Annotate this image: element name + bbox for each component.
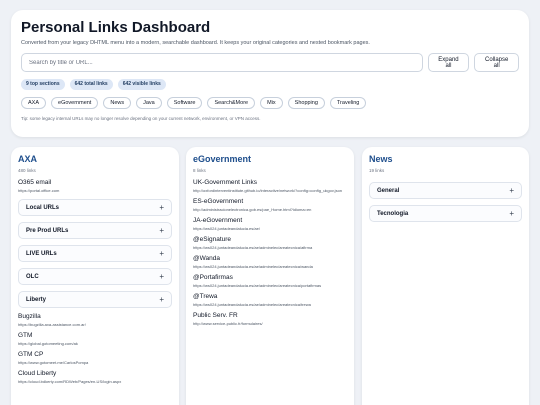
stat-visible-links: 642 visible links xyxy=(117,79,166,90)
link-item[interactable]: Public Serv. FR http://www.service-publi… xyxy=(193,312,347,326)
plus-icon[interactable]: + xyxy=(159,203,164,212)
plus-icon[interactable]: + xyxy=(509,209,514,218)
link-item[interactable]: Cloud Liberty https://cloud.bdkerty.com/… xyxy=(18,370,172,384)
link-item[interactable]: GTM CP https://www.gotomeet.me/CarlosPom… xyxy=(18,351,172,365)
link-name[interactable]: @Wanda xyxy=(193,255,347,263)
plus-icon[interactable]: + xyxy=(159,295,164,304)
stat-sections: 9 top sections xyxy=(21,79,65,90)
group-general[interactable]: General + xyxy=(369,182,522,199)
link-name[interactable]: GTM xyxy=(18,332,172,340)
expand-all-button[interactable]: Expand all xyxy=(427,53,470,72)
link-item[interactable]: O365 email https://portal.office.com xyxy=(18,179,172,193)
search-row: Expand all Collapse all xyxy=(21,53,520,72)
link-name[interactable]: @eSignature xyxy=(193,236,347,244)
section-title: News xyxy=(369,154,393,164)
group-label: Liberty xyxy=(26,296,47,303)
tip-text: Tip: some legacy internal URLs may no lo… xyxy=(21,116,261,121)
group-label: Pre Prod URLs xyxy=(26,227,69,234)
chip-java[interactable]: Java xyxy=(136,97,162,109)
group-olc[interactable]: OLC + xyxy=(18,268,172,285)
page-subtitle: Converted from your legacy DHTML menu in… xyxy=(21,40,370,46)
chip-mix[interactable]: Mix xyxy=(260,97,283,109)
chip-axa[interactable]: AXA xyxy=(21,97,47,109)
page-title: Personal Links Dashboard xyxy=(21,19,211,36)
group-tecnologia[interactable]: Tecnologia + xyxy=(369,205,522,222)
group-liberty[interactable]: Liberty + xyxy=(18,291,172,308)
group-label: General xyxy=(377,187,400,194)
link-item[interactable]: ES-eGovernment http://administracionelec… xyxy=(193,198,347,212)
plus-icon[interactable]: + xyxy=(509,186,514,195)
link-url: http://administracionelectronica.gob.es/… xyxy=(193,207,312,212)
link-url: https://portal.office.com xyxy=(18,188,60,193)
link-name[interactable]: @Trewa xyxy=(193,293,347,301)
link-name[interactable]: Bugzilla xyxy=(18,313,172,321)
section-title: AXA xyxy=(18,154,38,164)
group-label: OLC xyxy=(26,273,39,280)
link-url: https://cloud.bdkerty.com/RDWeb/Pages/en… xyxy=(18,379,122,384)
chip-egovernment[interactable]: eGovernment xyxy=(51,97,99,109)
link-url: https://ws024.juntadeandalucia.es/ae/adm… xyxy=(193,302,311,307)
chip-news[interactable]: News xyxy=(103,97,132,109)
chip-shopping[interactable]: Shopping xyxy=(287,97,325,109)
dashboard-header: Personal Links Dashboard Converted from … xyxy=(11,10,529,137)
section-axa: AXA 480 links O365 email https://portal.… xyxy=(11,147,179,405)
section-egovernment: eGovernment 8 links UK-Government Links … xyxy=(186,147,354,405)
search-input[interactable] xyxy=(21,53,423,72)
link-url: https://global.gotomeeting.com/ak xyxy=(18,341,78,346)
group-pre-prod-urls[interactable]: Pre Prod URLs + xyxy=(18,222,172,239)
group-live-urls[interactable]: LIVE URLs + xyxy=(18,245,172,262)
section-title: eGovernment xyxy=(193,154,252,164)
link-name[interactable]: GTM CP xyxy=(18,351,172,359)
link-item[interactable]: UK-Government Links http://oxfordinterve… xyxy=(193,179,347,193)
collapse-all-button[interactable]: Collapse all xyxy=(474,53,520,72)
plus-icon[interactable]: + xyxy=(159,226,164,235)
plus-icon[interactable]: + xyxy=(159,272,164,281)
link-url: http://www.service-public.fr/formulaires… xyxy=(193,321,263,326)
chip-software[interactable]: Software xyxy=(166,97,203,109)
link-name[interactable]: UK-Government Links xyxy=(193,179,347,187)
link-url: https://ws024.juntadeandalucia.es/ae/adm… xyxy=(193,245,313,250)
link-item[interactable]: Bugzilla https://bugzilla.axa-assistance… xyxy=(18,313,172,327)
link-name[interactable]: Public Serv. FR xyxy=(193,312,347,320)
link-name[interactable]: ES-eGovernment xyxy=(193,198,347,206)
group-label: LIVE URLs xyxy=(26,250,57,257)
link-item[interactable]: @eSignature https://ws024.juntadeandaluc… xyxy=(193,236,347,250)
plus-icon[interactable]: + xyxy=(159,249,164,258)
link-url: https://bugzilla.axa-assistance.com.ar/ xyxy=(18,322,86,327)
link-name[interactable]: @Portafirmas xyxy=(193,274,347,282)
stat-total-links: 642 total links xyxy=(69,79,113,90)
section-news: News 19 links General + Tecnologia + xyxy=(362,147,529,405)
section-count: 480 links xyxy=(18,168,36,173)
group-label: Local URLs xyxy=(26,204,60,211)
link-name[interactable]: O365 email xyxy=(18,179,172,187)
link-url: https://ws024.juntadeandalucia.es/ae/adm… xyxy=(193,283,322,288)
link-item[interactable]: @Portafirmas https://ws024.juntadeandalu… xyxy=(193,274,347,288)
link-url: https://ws024.juntadeandalucia.es/ae/ xyxy=(193,226,260,231)
group-label: Tecnologia xyxy=(377,210,409,217)
link-url: https://ws024.juntadeandalucia.es/ae/adm… xyxy=(193,264,313,269)
stats-row: 9 top sections 642 total links 642 visib… xyxy=(21,79,519,90)
link-item[interactable]: @Wanda https://ws024.juntadeandalucia.es… xyxy=(193,255,347,269)
link-name[interactable]: JA-eGovernment xyxy=(193,217,347,225)
link-item[interactable]: @Trewa https://ws024.juntadeandalucia.es… xyxy=(193,293,347,307)
link-name[interactable]: Cloud Liberty xyxy=(18,370,172,378)
section-count: 19 links xyxy=(369,168,385,173)
chip-traveling[interactable]: Traveling xyxy=(329,97,367,109)
chip-search-more[interactable]: Search&More xyxy=(207,97,256,109)
link-item[interactable]: GTM https://global.gotomeeting.com/ak xyxy=(18,332,172,346)
link-item[interactable]: JA-eGovernment https://ws024.juntadeanda… xyxy=(193,217,347,231)
link-url: http://oxfordinterventinstitute.github.i… xyxy=(193,188,343,193)
section-chips: AXA eGovernment News Java Software Searc… xyxy=(21,97,519,109)
section-count: 8 links xyxy=(193,168,206,173)
link-url: https://www.gotomeet.me/CarlosPompa xyxy=(18,360,89,365)
group-local-urls[interactable]: Local URLs + xyxy=(18,199,172,216)
